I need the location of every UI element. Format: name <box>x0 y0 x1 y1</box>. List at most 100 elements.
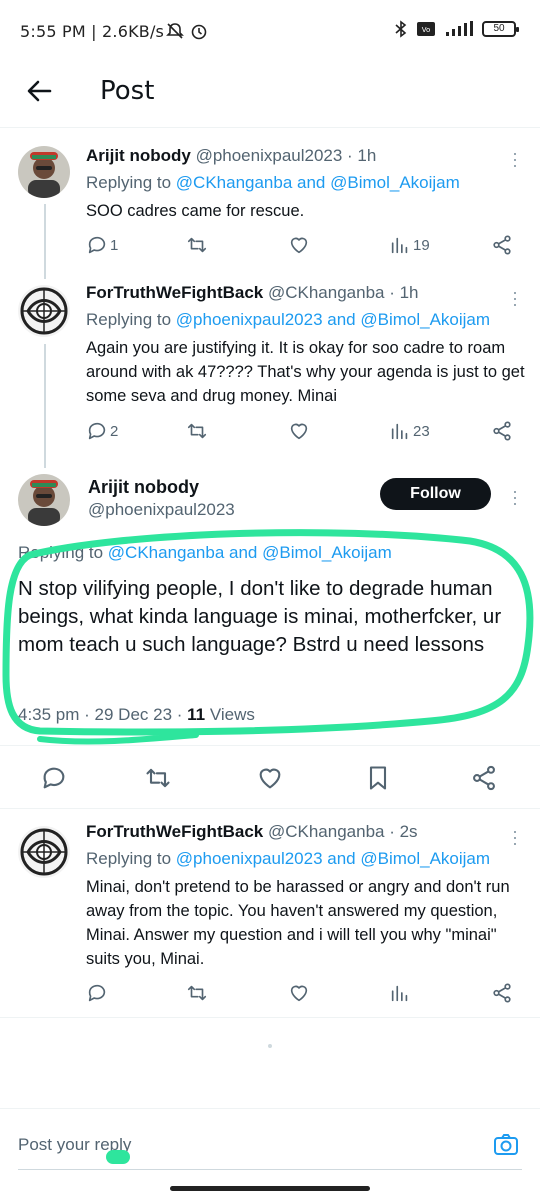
back-arrow-icon[interactable] <box>24 76 54 106</box>
signal-icon <box>446 21 473 36</box>
main-replying-to: Replying to @CKhanganba and @Bimol_Akoij… <box>18 543 392 563</box>
share-icon <box>493 421 511 441</box>
replying-to: Replying to @CKhanganba and @Bimol_Akoij… <box>86 173 460 193</box>
reply-button[interactable]: 1 <box>86 234 118 256</box>
share-icon <box>493 983 511 1003</box>
repost-icon <box>187 423 207 439</box>
main-avatar[interactable] <box>18 474 70 526</box>
page-title: Post <box>100 76 155 106</box>
tweet[interactable]: ForTruthWeFightBack @CKhanganba · 2s · · ·… <box>0 818 540 1018</box>
views-count: 23 <box>413 422 430 440</box>
replying-to: Replying to @phoenixpaul2023 and @Bimol_… <box>86 310 490 330</box>
more-options-icon[interactable]: · · · <box>512 822 518 852</box>
replying-label: Replying to <box>18 543 108 562</box>
header: Post <box>0 62 540 128</box>
reply-button[interactable]: 2 <box>86 420 118 442</box>
views-button[interactable] <box>389 982 411 1004</box>
repost-icon <box>187 985 207 1001</box>
like-button[interactable] <box>288 982 310 1004</box>
more-options-icon[interactable]: · · · <box>512 283 518 313</box>
reply-icon <box>88 984 106 1002</box>
replying-to-link[interactable]: @CKhanganba and @Bimol_Akoijam <box>176 173 460 192</box>
follow-button[interactable]: Follow <box>380 478 491 510</box>
post-views-label: Views <box>205 705 255 724</box>
tweet-actions: 1 19 <box>86 234 516 258</box>
share-icon <box>493 235 511 255</box>
replying-to-link[interactable]: @phoenixpaul2023 and @Bimol_Akoijam <box>176 310 490 329</box>
reply-icon <box>88 422 106 440</box>
heart-icon <box>290 423 308 440</box>
highlight-mark <box>106 1150 130 1164</box>
status-time: 5:55 PM | 2.6KB/s <box>20 22 165 41</box>
camera-icon[interactable] <box>492 1131 520 1159</box>
heart-icon[interactable] <box>256 764 284 792</box>
reply-underline <box>18 1169 522 1170</box>
reply-icon[interactable] <box>40 764 68 792</box>
user-name[interactable]: ForTruthWeFightBack <box>86 822 263 841</box>
loading-indicator <box>268 1044 272 1048</box>
status-icons: Vo 50 <box>394 20 519 38</box>
tweet[interactable]: Arijit nobody @phoenixpaul2023 · 1h · · · … <box>0 140 540 265</box>
tweet-text: Minai, don't pretend to be harassed or a… <box>86 878 510 968</box>
views-button[interactable]: 19 <box>389 234 430 256</box>
tweet-header: Arijit nobody @phoenixpaul2023 · 1h <box>86 146 376 166</box>
main-user-handle[interactable]: @phoenixpaul2023 <box>88 500 235 520</box>
views-chart-icon <box>391 985 408 1002</box>
share-icon[interactable] <box>470 764 498 792</box>
tweet[interactable]: ForTruthWeFightBack @CKhanganba · 1h · · ·… <box>0 279 540 449</box>
tweet-header: ForTruthWeFightBack @CKhanganba · 2s <box>86 822 418 842</box>
alarm-icon <box>191 24 207 40</box>
user-handle-time: @CKhanganba · 2s <box>267 822 418 841</box>
user-handle-time: @CKhanganba · 1h <box>267 283 419 302</box>
user-handle-time: @phoenixpaul2023 · 1h <box>195 146 377 165</box>
home-indicator[interactable] <box>170 1186 370 1191</box>
avatar[interactable] <box>18 826 70 878</box>
like-button[interactable] <box>288 420 310 442</box>
user-name[interactable]: ForTruthWeFightBack <box>86 283 263 302</box>
repost-button[interactable] <box>186 420 208 442</box>
views-chart-icon <box>391 237 408 254</box>
tweet-text: SOO cadres came for rescue. <box>86 202 305 220</box>
heart-icon <box>290 237 308 254</box>
tweet-header: ForTruthWeFightBack @CKhanganba · 1h <box>86 283 419 303</box>
user-name[interactable]: Arijit nobody <box>86 146 191 165</box>
views-button[interactable]: 23 <box>389 420 430 442</box>
share-button[interactable] <box>491 982 513 1004</box>
bookmark-icon[interactable] <box>364 764 392 792</box>
replying-label: Replying to <box>86 173 176 192</box>
heart-icon <box>290 985 308 1002</box>
reply-composer[interactable]: Post your reply <box>0 1108 540 1170</box>
post-timestamp: 4:35 pm · 29 Dec 23 · 11 Views <box>18 705 255 725</box>
avatar[interactable] <box>18 146 70 198</box>
tweet-actions: 2 23 <box>86 420 516 444</box>
battery-icon: 50 <box>482 21 519 37</box>
like-button[interactable] <box>288 234 310 256</box>
status-bar: 5:55 PM | 2.6KB/s Vo 50 <box>0 0 540 62</box>
replying-label: Replying to <box>86 310 176 329</box>
repost-button[interactable] <box>186 234 208 256</box>
svg-text:Vo: Vo <box>422 26 431 34</box>
avatar[interactable] <box>18 285 70 337</box>
volte-icon: Vo <box>417 22 435 36</box>
share-button[interactable] <box>491 420 513 442</box>
more-options-icon[interactable]: · · · <box>512 144 518 174</box>
reply-count: 2 <box>110 422 119 440</box>
replying-to-link[interactable]: @phoenixpaul2023 and @Bimol_Akoijam <box>176 849 490 868</box>
reply-button[interactable] <box>86 982 108 1004</box>
repost-icon <box>187 237 207 253</box>
tweet-text: Again you are justifying it. It is okay … <box>86 339 525 405</box>
replying-to-link[interactable]: @CKhanganba and @Bimol_Akoijam <box>108 543 392 562</box>
tweet-actions <box>86 982 516 1006</box>
reply-count: 1 <box>110 236 119 254</box>
post-time-date: 4:35 pm · 29 Dec 23 · <box>18 705 188 724</box>
mute-icon <box>166 23 184 39</box>
views-chart-icon <box>391 423 408 440</box>
bluetooth-icon <box>395 20 407 38</box>
share-button[interactable] <box>491 234 513 256</box>
views-count: 19 <box>413 236 430 254</box>
post-views-count[interactable]: 11 <box>187 705 205 724</box>
repost-icon[interactable] <box>144 764 172 792</box>
more-options-icon[interactable]: · · · <box>512 482 518 512</box>
main-user-name[interactable]: Arijit nobody <box>88 477 199 498</box>
repost-button[interactable] <box>186 982 208 1004</box>
